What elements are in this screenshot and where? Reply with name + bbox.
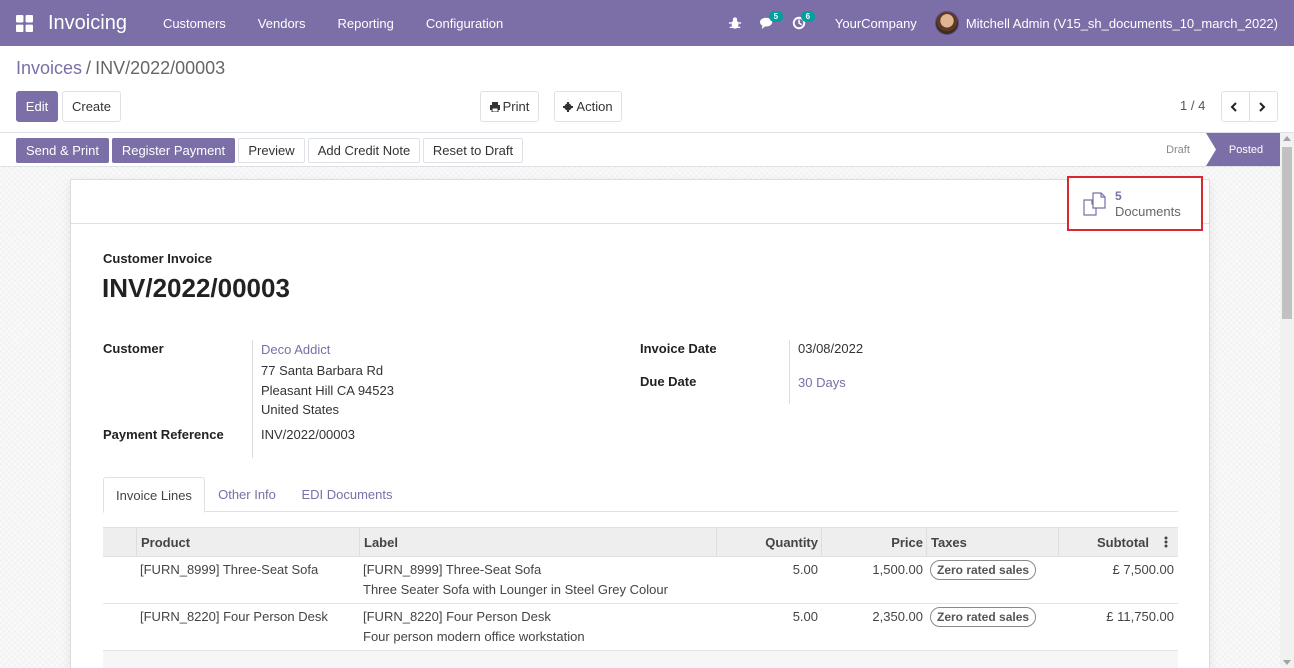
- menu-reporting[interactable]: Reporting: [322, 0, 410, 46]
- scroll-up-icon[interactable]: [1283, 136, 1291, 141]
- debug-bug-icon[interactable]: [719, 0, 751, 46]
- user-name: Mitchell Admin (V15_sh_documents_10_marc…: [965, 15, 1278, 31]
- due-date-value[interactable]: 30 Days: [798, 375, 846, 390]
- address-line-1: 77 Santa Barbara Rd: [261, 363, 384, 378]
- invoice-date-value[interactable]: 03/08/2022: [798, 341, 863, 356]
- documents-smart-button[interactable]: 5 Documents: [1067, 176, 1203, 231]
- messages-chat-icon[interactable]: 5: [751, 0, 783, 46]
- due-date-label: Due Date: [640, 374, 697, 389]
- breadcrumb-invoices-link[interactable]: Invoices: [16, 58, 82, 79]
- row-label-line-1: [FURN_8999] Three-Seat Sofa: [363, 562, 542, 577]
- app-title[interactable]: Invoicing: [48, 12, 127, 35]
- table-header: Product Label Quantity Price Taxes Subto…: [103, 527, 1178, 557]
- create-button[interactable]: Create: [62, 91, 121, 122]
- menu-configuration[interactable]: Configuration: [410, 0, 519, 46]
- tab-edi-documents[interactable]: EDI Documents: [289, 477, 405, 512]
- smart-button-box: 5 Documents: [71, 176, 1209, 231]
- send-print-button[interactable]: Send & Print: [16, 138, 109, 163]
- documents-copy-icon: [1083, 191, 1106, 216]
- row-quantity: 5.00: [792, 562, 818, 577]
- row-quantity: 5.00: [792, 609, 818, 624]
- messages-count-badge: 5: [768, 11, 783, 22]
- row-price: 1,500.00: [872, 562, 923, 577]
- section-row: [103, 651, 1178, 668]
- pager-previous-button[interactable]: [1221, 91, 1250, 122]
- statusbar: Send & Print Register Payment Preview Ad…: [0, 132, 1294, 167]
- add-credit-note-button[interactable]: Add Credit Note: [308, 138, 420, 163]
- tax-badge: Zero rated sales: [930, 607, 1037, 627]
- field-divider: [789, 340, 790, 404]
- chevron-right-icon: [1259, 101, 1266, 112]
- invoice-type: Customer Invoice: [103, 251, 213, 266]
- gear-icon: [563, 101, 574, 112]
- breadcrumb: Invoices / INV/2022/00003: [16, 58, 225, 79]
- tab-other-info[interactable]: Other Info: [207, 477, 287, 512]
- company-switcher[interactable]: YourCompany: [815, 16, 935, 31]
- header-handle: [103, 528, 136, 556]
- register-payment-button[interactable]: Register Payment: [112, 138, 235, 163]
- address-line-2: Pleasant Hill CA 94523: [261, 383, 394, 398]
- invoice-form-sheet: 5 Documents Customer Invoice INV/2022/00…: [70, 176, 1210, 668]
- header-quantity[interactable]: Quantity: [716, 528, 822, 556]
- tab-invoice-lines[interactable]: Invoice Lines: [103, 477, 205, 513]
- stage-posted: Posted: [1206, 133, 1280, 166]
- row-subtotal: £ 7,500.00: [1112, 562, 1174, 577]
- header-subtotal[interactable]: Subtotal: [1058, 528, 1153, 556]
- documents-count: 5: [1115, 188, 1122, 203]
- action-button[interactable]: Action: [554, 91, 622, 122]
- header-price[interactable]: Price: [821, 528, 927, 556]
- breadcrumb-separator: /: [86, 58, 92, 78]
- stage-draft: Draft: [1166, 143, 1190, 156]
- print-label: Print: [502, 99, 530, 114]
- row-product: [FURN_8999] Three-Seat Sofa: [140, 562, 319, 577]
- scroll-down-icon[interactable]: [1283, 660, 1291, 665]
- activities-clock-icon[interactable]: 6: [783, 0, 815, 46]
- row-subtotal: £ 11,750.00: [1106, 609, 1174, 624]
- invoice-number: INV/2022/00003: [102, 273, 290, 303]
- top-navbar: Invoicing Customers Vendors Reporting Co…: [0, 0, 1294, 46]
- field-divider: [252, 340, 253, 458]
- notebook-tabs: Invoice Lines Other Info EDI Documents: [103, 477, 1178, 513]
- print-button[interactable]: Print: [480, 91, 539, 122]
- tax-badge: Zero rated sales: [930, 560, 1037, 580]
- user-menu[interactable]: Mitchell Admin (V15_sh_documents_10_marc…: [934, 11, 1294, 35]
- breadcrumb-current: INV/2022/00003: [95, 58, 226, 78]
- row-label-line-1: [FURN_8220] Four Person Desk: [363, 609, 551, 624]
- print-icon: [489, 101, 500, 112]
- pager-value[interactable]: 1 / 4: [1180, 98, 1205, 113]
- reset-to-draft-button[interactable]: Reset to Draft: [423, 138, 523, 163]
- column-options-icon[interactable]: [1153, 528, 1178, 556]
- scrollbar-thumb[interactable]: [1282, 147, 1292, 319]
- documents-label: Documents: [1115, 203, 1181, 219]
- payment-reference-label: Payment Reference: [103, 427, 224, 442]
- action-label: Action: [576, 99, 613, 114]
- invoice-date-label: Invoice Date: [640, 341, 717, 356]
- apps-menu-icon[interactable]: [0, 0, 48, 46]
- table-row[interactable]: [FURN_8220] Four Person Desk [FURN_8220]…: [103, 604, 1178, 651]
- address-line-3: United States: [261, 402, 340, 417]
- pager-next-button[interactable]: [1249, 91, 1278, 122]
- table-row[interactable]: [FURN_8999] Three-Seat Sofa [FURN_8999] …: [103, 557, 1178, 604]
- row-product: [FURN_8220] Four Person Desk: [140, 609, 328, 624]
- activities-count-badge: 6: [800, 11, 815, 22]
- customer-label: Customer: [103, 341, 164, 356]
- payment-reference-value[interactable]: INV/2022/00003: [261, 427, 355, 442]
- menu-vendors[interactable]: Vendors: [242, 0, 322, 46]
- header-label[interactable]: Label: [359, 528, 716, 556]
- row-price: 2,350.00: [872, 609, 923, 624]
- scrollbar[interactable]: [1280, 133, 1294, 668]
- row-label-line-2: Four person modern office workstation: [363, 629, 585, 644]
- row-label-line-2: Three Seater Sofa with Lounger in Steel …: [363, 582, 668, 597]
- header-product[interactable]: Product: [136, 528, 360, 556]
- customer-link[interactable]: Deco Addict: [261, 342, 330, 357]
- preview-button[interactable]: Preview: [238, 138, 305, 163]
- chevron-left-icon: [1230, 101, 1237, 112]
- avatar: [934, 11, 959, 35]
- header-taxes[interactable]: Taxes: [926, 528, 1059, 556]
- edit-button[interactable]: Edit: [16, 91, 58, 122]
- menu-customers[interactable]: Customers: [147, 0, 242, 46]
